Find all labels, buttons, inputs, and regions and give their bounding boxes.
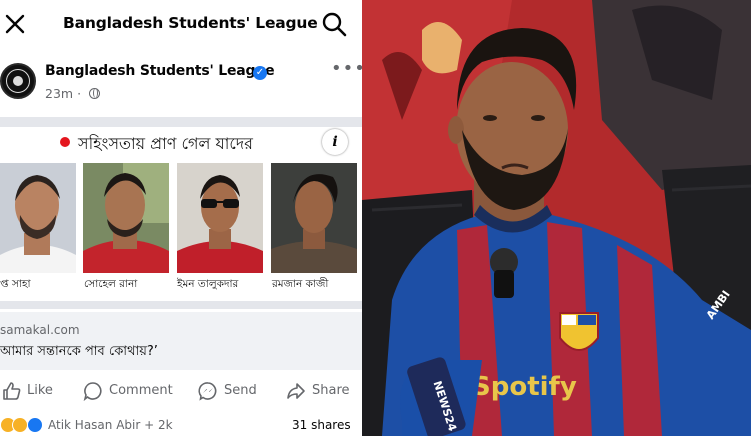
interview-scene: Spotify AMBI NEWS24 bbox=[362, 0, 751, 436]
like-react-icon bbox=[27, 417, 43, 433]
card-heading-text: সহিংসতায় প্রাণ গেল যাদের bbox=[78, 134, 253, 153]
interview-photo: Spotify AMBI NEWS24 bbox=[362, 0, 751, 436]
post-time: 23m · bbox=[45, 86, 101, 101]
link-preview[interactable]: samakal.com আমার সন্তানকে পাব কোথায়?’ bbox=[0, 312, 362, 370]
like-icon bbox=[3, 382, 21, 400]
comment-icon bbox=[83, 382, 102, 401]
facebook-post-screenshot: Bangladesh Students' League Bangladesh S… bbox=[0, 0, 362, 436]
action-bar: Like Comment Send Share bbox=[0, 372, 362, 410]
comment-label: Comment bbox=[109, 383, 173, 398]
caption-4: রমজান কাজী bbox=[272, 278, 329, 290]
caption-1: প্ত সাহা bbox=[0, 278, 31, 290]
post-header: Bangladesh Students' League ✓ 23m · ••• bbox=[0, 58, 362, 104]
search-icon[interactable] bbox=[321, 11, 347, 37]
time-label: 23m bbox=[45, 86, 74, 101]
news-image-card[interactable]: সহিংসতায় প্রাণ গেল যাদের i প্ত সাহা সোহ… bbox=[0, 117, 362, 317]
author-name[interactable]: Bangladesh Students' League bbox=[45, 63, 275, 79]
jersey-sponsor-text: Spotify bbox=[472, 372, 577, 402]
link-headline: আমার সন্তানকে পাব কোথায়?’ bbox=[0, 344, 158, 359]
victim-photo-3 bbox=[177, 163, 263, 273]
caption-3: ইমন তালুকদার bbox=[177, 278, 239, 290]
top-bar: Bangladesh Students' League bbox=[0, 0, 362, 50]
share-label: Share bbox=[312, 383, 350, 398]
globe-icon bbox=[89, 88, 101, 99]
like-label: Like bbox=[27, 383, 53, 398]
haha-react-icon bbox=[12, 417, 28, 433]
messenger-icon bbox=[198, 382, 217, 401]
close-icon[interactable] bbox=[4, 12, 26, 36]
link-domain: samakal.com bbox=[0, 323, 80, 337]
reaction-names: Atik Hasan Abir + 2k bbox=[48, 418, 173, 432]
caption-2: সোহেল রানা bbox=[84, 278, 138, 290]
avatar[interactable] bbox=[0, 63, 36, 99]
red-dot-icon bbox=[60, 137, 70, 147]
verified-badge-icon: ✓ bbox=[253, 66, 267, 80]
share-count[interactable]: 31 shares bbox=[292, 418, 351, 432]
info-icon[interactable]: i bbox=[322, 129, 348, 155]
divider bbox=[0, 301, 362, 309]
send-label: Send bbox=[224, 383, 257, 398]
victim-photo-2 bbox=[83, 163, 169, 273]
victim-photo-4 bbox=[271, 163, 357, 273]
reactions-row[interactable]: Atik Hasan Abir + 2k 31 shares bbox=[0, 414, 362, 436]
victim-photos bbox=[0, 163, 362, 273]
divider bbox=[0, 117, 362, 127]
victim-photo-1 bbox=[0, 163, 76, 273]
share-icon bbox=[287, 383, 305, 399]
page-title: Bangladesh Students' League bbox=[63, 14, 318, 32]
more-options-icon[interactable]: ••• bbox=[331, 58, 362, 79]
